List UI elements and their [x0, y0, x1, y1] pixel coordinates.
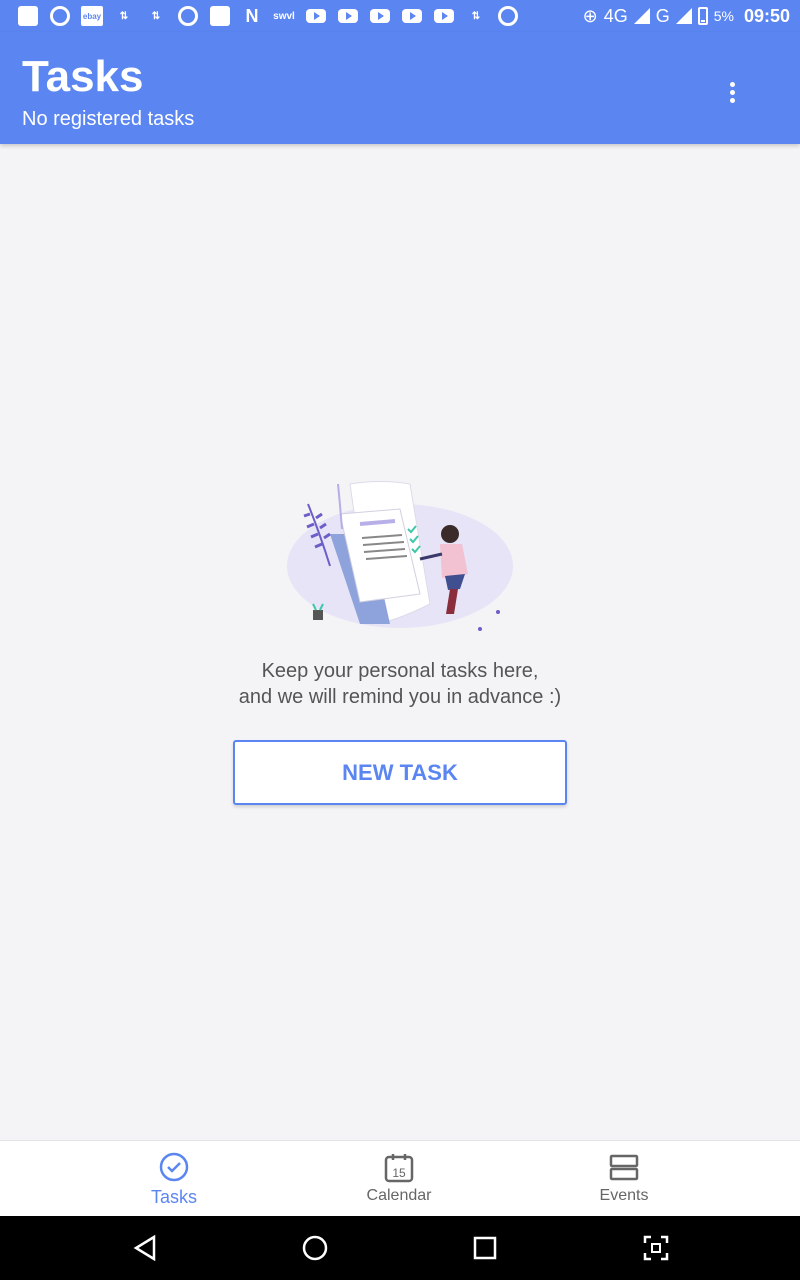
battery-icon — [697, 7, 708, 25]
app-square-icon — [12, 0, 44, 32]
youtube-icon — [300, 0, 332, 32]
data-transfer-icon: ⇅ — [119, 10, 129, 22]
calendar-icon: 15 — [383, 1151, 415, 1183]
network2-type-label: G — [655, 5, 670, 26]
status-bar: ebay ⇅ ⇅ N swvl ⇅ ⊕ 4G G 5% 09:50 — [0, 0, 800, 32]
more-vert-icon — [729, 81, 735, 87]
signal-icon — [675, 8, 692, 24]
empty-state-message: Keep your personal tasks here, and we wi… — [0, 658, 800, 710]
nav-tab-tasks[interactable]: Tasks — [74, 1141, 274, 1217]
data-saver-icon: ⊕ — [582, 5, 598, 26]
youtube-icon — [396, 0, 428, 32]
youtube-icon — [428, 0, 460, 32]
data-transfer-icon: ⇅ — [471, 10, 481, 22]
system-navigation-bar — [0, 1216, 800, 1280]
empty-state-line-2: and we will remind you in advance :) — [238, 686, 562, 708]
nav-tab-label: Calendar — [366, 1187, 432, 1204]
battery-percent: 5% — [713, 8, 734, 24]
sync-icon — [172, 0, 204, 32]
recents-button[interactable] — [469, 1232, 501, 1264]
screenshot-icon — [643, 1235, 669, 1261]
nav-tab-events[interactable]: Events — [524, 1141, 724, 1217]
youtube-icon — [364, 0, 396, 32]
events-icon — [608, 1151, 640, 1183]
recents-icon — [473, 1236, 497, 1260]
n-app-icon: N — [245, 5, 259, 26]
clock: 09:50 — [743, 5, 790, 26]
bottom-navigation: Tasks 15 Calendar Events — [0, 1140, 800, 1216]
ebay-icon: ebay — [76, 0, 108, 32]
page-title: Tasks — [22, 52, 144, 101]
app-bar: Tasks No registered tasks — [0, 32, 800, 144]
chrome-icon — [44, 0, 76, 32]
screenshot-button[interactable] — [640, 1232, 672, 1264]
free-badge-icon — [492, 0, 524, 32]
youtube-icon — [332, 0, 364, 32]
check-circle-icon — [158, 1151, 190, 1183]
swvl-icon: swvl — [273, 10, 295, 22]
home-icon — [302, 1235, 328, 1261]
new-task-button[interactable]: NEW TASK — [233, 740, 567, 805]
signal-icon — [633, 8, 650, 24]
network-type-label: 4G — [603, 5, 628, 26]
overflow-menu-button[interactable] — [712, 72, 752, 112]
nav-tab-label: Events — [599, 1187, 649, 1204]
back-icon — [133, 1234, 156, 1262]
home-button[interactable] — [299, 1232, 331, 1264]
nav-tab-label: Tasks — [150, 1187, 197, 1207]
empty-tasks-illustration — [287, 481, 513, 631]
data-transfer-icon: ⇅ — [151, 10, 161, 22]
back-button[interactable] — [130, 1232, 162, 1264]
image-icon — [204, 0, 236, 32]
page-subtitle: No registered tasks — [22, 108, 195, 130]
empty-state-line-1: Keep your personal tasks here, — [261, 660, 539, 682]
nav-tab-calendar[interactable]: 15 Calendar — [299, 1141, 499, 1217]
calendar-icon-day: 15 — [392, 1166, 406, 1180]
system-status: ⊕ 4G G 5% 09:50 — [583, 0, 790, 32]
notification-icons: ebay ⇅ ⇅ N swvl ⇅ — [0, 0, 524, 32]
